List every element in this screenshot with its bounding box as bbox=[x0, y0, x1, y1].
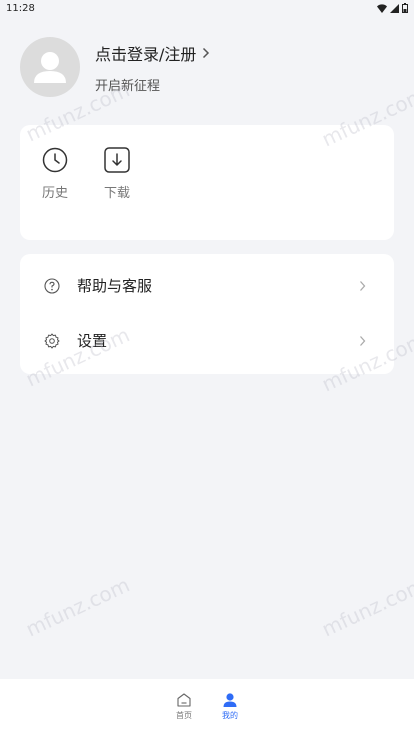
status-bar: 11:28 bbox=[0, 0, 414, 16]
login-register-link[interactable]: 点击登录/注册 bbox=[95, 41, 210, 65]
wifi-icon bbox=[377, 3, 387, 13]
chevron-right-icon bbox=[203, 47, 210, 58]
clock-icon bbox=[42, 147, 68, 173]
download-label: 下载 bbox=[103, 186, 130, 201]
user-icon bbox=[223, 693, 237, 707]
history-button[interactable]: 历史 bbox=[35, 147, 75, 201]
default-avatar-icon bbox=[34, 52, 66, 83]
tab-home-label: 首页 bbox=[176, 711, 192, 720]
help-icon bbox=[44, 277, 60, 294]
status-icons bbox=[377, 3, 408, 13]
menu-item-help-label: 帮助与客服 bbox=[77, 277, 153, 295]
chevron-right-icon bbox=[360, 280, 366, 291]
watermark: mfunz.com bbox=[22, 572, 134, 642]
home-icon bbox=[177, 693, 191, 707]
download-button[interactable]: 下载 bbox=[97, 147, 137, 201]
battery-icon bbox=[402, 3, 408, 13]
avatar[interactable] bbox=[20, 37, 80, 97]
menu-item-help[interactable]: 帮助与客服 bbox=[20, 258, 394, 313]
chevron-right-icon bbox=[360, 335, 366, 346]
gear-icon bbox=[44, 333, 60, 348]
download-icon bbox=[104, 147, 130, 173]
history-label: 历史 bbox=[41, 186, 68, 201]
status-time: 11:28 bbox=[6, 2, 35, 14]
signal-icon bbox=[390, 3, 399, 13]
login-label[interactable]: 点击登录/注册 bbox=[95, 41, 196, 65]
watermark: mfunz.com bbox=[318, 572, 414, 642]
profile-header[interactable]: 点击登录/注册 开启新征程 bbox=[20, 36, 394, 98]
tab-mine[interactable]: 我的 bbox=[218, 692, 242, 736]
tab-home[interactable]: 首页 bbox=[172, 692, 196, 736]
bottom-tab-bar: 首页 我的 bbox=[0, 679, 414, 736]
tab-mine-label: 我的 bbox=[222, 711, 238, 720]
